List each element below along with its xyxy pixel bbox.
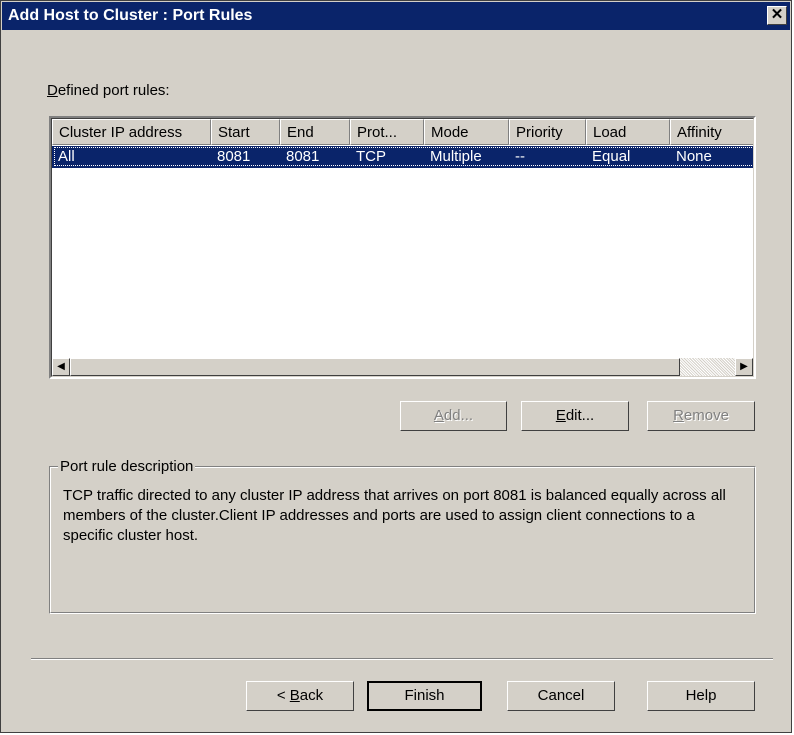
cell-start: 8081 bbox=[217, 148, 251, 165]
cell-cluster-ip: All bbox=[58, 148, 75, 165]
add-label: dd... bbox=[443, 407, 474, 424]
port-rule-description-legend: Port rule description bbox=[58, 458, 196, 475]
arrow-right-icon: ▶ bbox=[740, 361, 748, 372]
cell-affinity: None bbox=[676, 148, 712, 165]
scroll-left-button[interactable]: ◀ bbox=[52, 358, 70, 376]
port-rules-list-inner: Cluster IP address Start End Prot... Mod… bbox=[51, 118, 754, 377]
cell-end: 8081 bbox=[286, 148, 320, 165]
dialog-title: Add Host to Cluster : Port Rules bbox=[8, 7, 253, 24]
edit-hotkey: E bbox=[555, 407, 566, 424]
scroll-right-button[interactable]: ▶ bbox=[735, 358, 753, 376]
port-rules-dialog: Add Host to Cluster : Port Rules ✕ Defin… bbox=[0, 0, 792, 733]
column-header-protocol[interactable]: Prot... bbox=[350, 119, 424, 145]
port-rules-list[interactable]: Cluster IP address Start End Prot... Mod… bbox=[49, 116, 756, 379]
footer-separator bbox=[31, 658, 773, 660]
horizontal-scrollbar[interactable]: ◀ ▶ bbox=[52, 358, 753, 376]
back-button[interactable]: < Back bbox=[246, 681, 354, 711]
cell-mode: Multiple bbox=[430, 148, 482, 165]
cell-load: Equal bbox=[592, 148, 631, 165]
close-button[interactable]: ✕ bbox=[767, 6, 787, 25]
column-header-end[interactable]: End bbox=[280, 119, 350, 145]
cell-priority: -- bbox=[515, 148, 525, 165]
column-header-priority[interactable]: Priority bbox=[509, 119, 586, 145]
column-header-cluster-ip[interactable]: Cluster IP address bbox=[52, 119, 211, 145]
back-prefix: < bbox=[276, 687, 290, 704]
column-header-affinity[interactable]: Affinity bbox=[670, 119, 753, 145]
cell-protocol: TCP bbox=[356, 148, 386, 165]
remove-hotkey: R bbox=[673, 407, 684, 424]
close-icon: ✕ bbox=[770, 6, 784, 23]
scroll-track[interactable] bbox=[680, 358, 736, 376]
list-header: Cluster IP address Start End Prot... Mod… bbox=[52, 119, 753, 145]
row-focus-rect bbox=[54, 147, 753, 166]
remove-label: emove bbox=[683, 407, 729, 424]
scroll-thumb[interactable] bbox=[70, 358, 680, 376]
table-row[interactable]: All 8081 8081 TCP Multiple -- Equal None bbox=[52, 146, 753, 168]
back-hotkey: B bbox=[289, 687, 300, 704]
label-text: efined port rules: bbox=[57, 82, 170, 99]
remove-button[interactable]: Remove bbox=[647, 401, 755, 431]
help-button[interactable]: Help bbox=[647, 681, 755, 711]
defined-port-rules-label: Defined port rules: bbox=[47, 82, 170, 99]
finish-button[interactable]: Finish bbox=[367, 681, 482, 711]
port-rule-description-text: TCP traffic directed to any cluster IP a… bbox=[63, 487, 726, 544]
column-header-mode[interactable]: Mode bbox=[424, 119, 509, 145]
edit-button[interactable]: Edit... bbox=[521, 401, 629, 431]
cancel-button[interactable]: Cancel bbox=[507, 681, 615, 711]
arrow-left-icon: ◀ bbox=[57, 361, 65, 372]
column-header-load[interactable]: Load bbox=[586, 119, 670, 145]
add-hotkey: A bbox=[433, 407, 444, 424]
add-button[interactable]: Add... bbox=[400, 401, 507, 431]
label-hotkey: D bbox=[47, 82, 58, 99]
title-bar[interactable]: Add Host to Cluster : Port Rules ✕ bbox=[2, 2, 790, 30]
column-header-start[interactable]: Start bbox=[211, 119, 280, 145]
back-label: ack bbox=[299, 687, 324, 704]
edit-label: dit... bbox=[565, 407, 595, 424]
